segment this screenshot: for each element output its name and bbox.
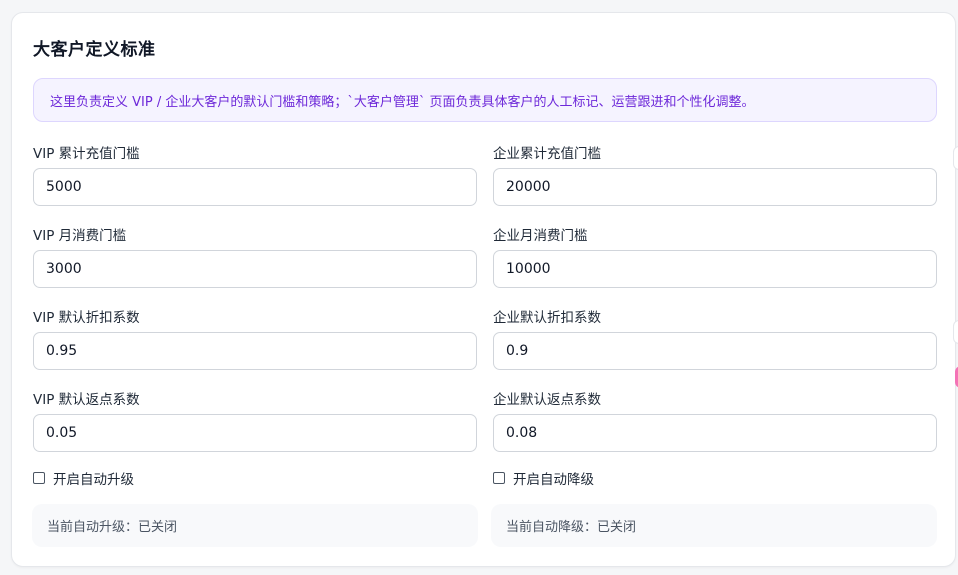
enterprise-monthly-input[interactable] [493, 250, 937, 288]
auto-downgrade-toggle[interactable]: 开启自动降级 [493, 468, 594, 488]
enterprise-recharge-input[interactable] [493, 168, 937, 206]
vip-rebate-label: VIP 默认返点系数 [33, 392, 140, 408]
auto-upgrade-toggle[interactable]: 开启自动升级 [33, 468, 134, 488]
auto-upgrade-label: 开启自动升级 [53, 472, 134, 488]
enterprise-discount-label: 企业默认折扣系数 [493, 310, 601, 326]
big-customer-standard-card: 大客户定义标准 这里负责定义 VIP / 企业大客户的默认门槛和策略；`大客户管… [11, 12, 956, 567]
auto-upgrade-status: 当前自动升级：已关闭 [32, 504, 478, 547]
auto-downgrade-checkbox[interactable] [493, 472, 505, 484]
card-title: 大客户定义标准 [33, 40, 156, 60]
enterprise-rebate-label: 企业默认返点系数 [493, 392, 601, 408]
enterprise-monthly-label: 企业月消费门槛 [493, 228, 588, 244]
info-notice: 这里负责定义 VIP / 企业大客户的默认门槛和策略；`大客户管理` 页面负责具… [33, 78, 937, 122]
vip-discount-label: VIP 默认折扣系数 [33, 310, 140, 326]
side-handle-indicator [953, 320, 958, 344]
vip-recharge-input[interactable] [33, 168, 477, 206]
auto-downgrade-status: 当前自动降级：已关闭 [491, 504, 937, 547]
enterprise-recharge-label: 企业累计充值门槛 [493, 146, 601, 162]
enterprise-discount-input[interactable] [493, 332, 937, 370]
vip-recharge-label: VIP 累计充值门槛 [33, 146, 140, 162]
auto-upgrade-checkbox[interactable] [33, 472, 45, 484]
vip-rebate-input[interactable] [33, 414, 477, 452]
vip-discount-input[interactable] [33, 332, 477, 370]
auto-downgrade-label: 开启自动降级 [513, 472, 594, 488]
vip-monthly-label: VIP 月消费门槛 [33, 228, 127, 244]
vip-monthly-input[interactable] [33, 250, 477, 288]
enterprise-rebate-input[interactable] [493, 414, 937, 452]
side-handle-indicator [953, 146, 958, 170]
